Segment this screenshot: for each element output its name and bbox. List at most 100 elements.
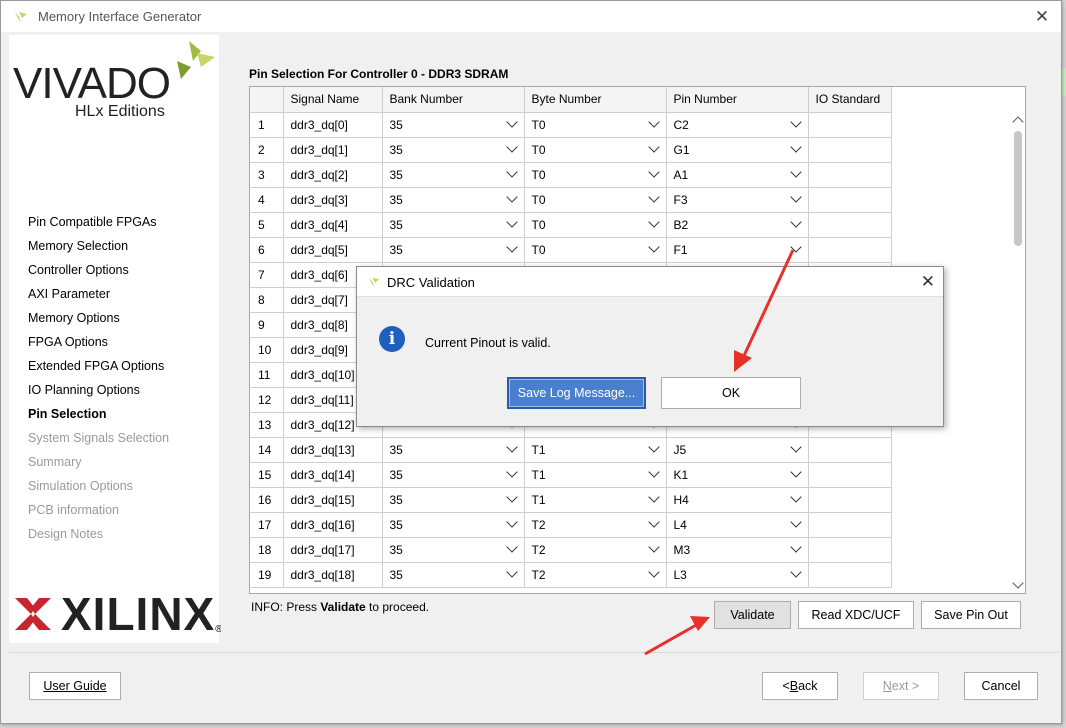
chevron-down-icon[interactable] [505, 566, 518, 578]
chevron-down-icon[interactable] [789, 516, 802, 528]
chevron-down-icon[interactable] [647, 241, 660, 253]
bank-select[interactable]: 35 [382, 462, 525, 488]
pin-select[interactable]: B2 [666, 212, 809, 238]
nav-item[interactable]: Controller Options [28, 263, 169, 287]
chevron-down-icon[interactable] [789, 116, 802, 128]
byte-select[interactable]: T2 [524, 537, 667, 563]
io-standard-cell[interactable] [808, 437, 892, 463]
byte-select[interactable]: T0 [524, 212, 667, 238]
io-standard-cell[interactable] [808, 537, 892, 563]
ok-button[interactable]: OK [661, 377, 801, 409]
chevron-down-icon[interactable] [647, 166, 660, 178]
scroll-up-icon[interactable] [1012, 116, 1024, 128]
chevron-down-icon[interactable] [789, 216, 802, 228]
dialog-close-icon[interactable]: ✕ [921, 272, 935, 292]
bank-select[interactable]: 35 [382, 437, 525, 463]
bank-select[interactable]: 35 [382, 562, 525, 588]
user-guide-button[interactable]: User Guide [29, 672, 121, 700]
nav-item[interactable]: Pin Compatible FPGAs [28, 215, 169, 239]
chevron-down-icon[interactable] [789, 566, 802, 578]
window-close-icon[interactable]: ✕ [1033, 7, 1051, 27]
chevron-down-icon[interactable] [505, 116, 518, 128]
pin-select[interactable]: L4 [666, 512, 809, 538]
byte-select[interactable]: T1 [524, 487, 667, 513]
table-scrollbar[interactable] [1010, 87, 1025, 593]
io-standard-cell[interactable] [808, 512, 892, 538]
byte-select[interactable]: T0 [524, 112, 667, 138]
byte-select[interactable]: T1 [524, 437, 667, 463]
chevron-down-icon[interactable] [647, 541, 660, 553]
bank-select[interactable]: 35 [382, 212, 525, 238]
chevron-down-icon[interactable] [505, 441, 518, 453]
bank-select[interactable]: 35 [382, 187, 525, 213]
byte-select[interactable]: T2 [524, 512, 667, 538]
nav-item[interactable]: AXI Parameter [28, 287, 169, 311]
bank-select[interactable]: 35 [382, 237, 525, 263]
pin-select[interactable]: F3 [666, 187, 809, 213]
io-standard-cell[interactable] [808, 562, 892, 588]
chevron-down-icon[interactable] [789, 166, 802, 178]
chevron-down-icon[interactable] [789, 141, 802, 153]
scroll-thumb[interactable] [1014, 131, 1022, 246]
bank-select[interactable]: 35 [382, 112, 525, 138]
chevron-down-icon[interactable] [505, 491, 518, 503]
chevron-down-icon[interactable] [789, 191, 802, 203]
chevron-down-icon[interactable] [789, 241, 802, 253]
pin-select[interactable]: A1 [666, 162, 809, 188]
pin-select[interactable]: H4 [666, 487, 809, 513]
chevron-down-icon[interactable] [789, 541, 802, 553]
chevron-down-icon[interactable] [505, 166, 518, 178]
scroll-down-icon[interactable] [1012, 577, 1024, 589]
pin-select[interactable]: C2 [666, 112, 809, 138]
byte-select[interactable]: T1 [524, 462, 667, 488]
nav-item[interactable]: IO Planning Options [28, 383, 169, 407]
chevron-down-icon[interactable] [505, 191, 518, 203]
read-xdc-ucf-button[interactable]: Read XDC/UCF [798, 601, 914, 629]
bank-select[interactable]: 35 [382, 137, 525, 163]
pin-select[interactable]: F1 [666, 237, 809, 263]
chevron-down-icon[interactable] [647, 566, 660, 578]
pin-select[interactable]: K1 [666, 462, 809, 488]
chevron-down-icon[interactable] [505, 516, 518, 528]
io-standard-cell[interactable] [808, 162, 892, 188]
io-standard-cell[interactable] [808, 212, 892, 238]
validate-button[interactable]: Validate [714, 601, 791, 629]
io-standard-cell[interactable] [808, 237, 892, 263]
chevron-down-icon[interactable] [505, 241, 518, 253]
nav-item[interactable]: Memory Options [28, 311, 169, 335]
chevron-down-icon[interactable] [647, 116, 660, 128]
io-standard-cell[interactable] [808, 487, 892, 513]
io-standard-cell[interactable] [808, 462, 892, 488]
back-button[interactable]: < Back [762, 672, 838, 700]
chevron-down-icon[interactable] [647, 191, 660, 203]
chevron-down-icon[interactable] [647, 216, 660, 228]
byte-select[interactable]: T0 [524, 162, 667, 188]
chevron-down-icon[interactable] [647, 441, 660, 453]
bank-select[interactable]: 35 [382, 487, 525, 513]
pin-select[interactable]: M3 [666, 537, 809, 563]
chevron-down-icon[interactable] [505, 541, 518, 553]
chevron-down-icon[interactable] [647, 466, 660, 478]
nav-item[interactable]: Memory Selection [28, 239, 169, 263]
io-standard-cell[interactable] [808, 137, 892, 163]
bank-select[interactable]: 35 [382, 512, 525, 538]
chevron-down-icon[interactable] [647, 141, 660, 153]
chevron-down-icon[interactable] [789, 491, 802, 503]
pin-select[interactable]: J5 [666, 437, 809, 463]
byte-select[interactable]: T0 [524, 137, 667, 163]
nav-item[interactable]: Extended FPGA Options [28, 359, 169, 383]
chevron-down-icon[interactable] [789, 466, 802, 478]
bank-select[interactable]: 35 [382, 537, 525, 563]
chevron-down-icon[interactable] [647, 491, 660, 503]
pin-select[interactable]: L3 [666, 562, 809, 588]
nav-item[interactable]: FPGA Options [28, 335, 169, 359]
save-pin-out-button[interactable]: Save Pin Out [921, 601, 1021, 629]
chevron-down-icon[interactable] [789, 441, 802, 453]
chevron-down-icon[interactable] [505, 216, 518, 228]
io-standard-cell[interactable] [808, 112, 892, 138]
io-standard-cell[interactable] [808, 187, 892, 213]
save-log-message-button[interactable]: Save Log Message... [507, 377, 646, 409]
chevron-down-icon[interactable] [505, 466, 518, 478]
byte-select[interactable]: T0 [524, 187, 667, 213]
byte-select[interactable]: T2 [524, 562, 667, 588]
